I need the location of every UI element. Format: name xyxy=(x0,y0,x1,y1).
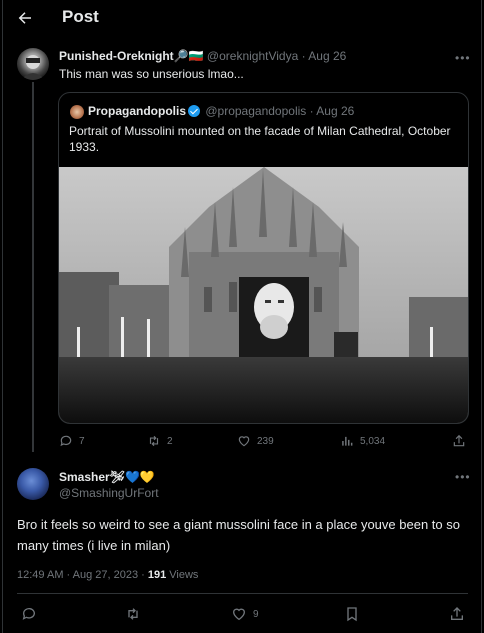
share-icon xyxy=(453,434,465,447)
retweet-button[interactable]: 2 xyxy=(147,434,173,448)
quoted-tweet-card[interactable]: Propagandopolis @propagandopolis · Aug 2… xyxy=(58,92,469,424)
quoted-author-name: Propagandopolis xyxy=(88,104,187,118)
more-options-icon[interactable]: ••• xyxy=(455,470,471,484)
tweet-header: Punished-Oreknight🔎🇧🇬 @oreknightVidya · … xyxy=(59,49,346,63)
quoted-tweet-header: Propagandopolis @propagandopolis · Aug 2… xyxy=(88,104,354,118)
author-name[interactable]: Punished-Oreknight xyxy=(59,49,174,63)
dot-separator: · xyxy=(301,49,306,63)
retweet-icon xyxy=(128,608,138,620)
heart-icon xyxy=(238,436,250,447)
dot-separator: · xyxy=(138,569,148,581)
share-icon xyxy=(451,607,463,620)
reply-button[interactable]: 7 xyxy=(59,434,85,448)
reply-author-emoji: 🛩💙💛 xyxy=(109,470,155,484)
views-button[interactable]: 5,034 xyxy=(340,434,385,448)
reply-author-handle[interactable]: @SmashingUrFort xyxy=(59,486,159,500)
like-button[interactable]: 9 xyxy=(231,606,259,622)
view-count: 5,034 xyxy=(360,435,386,447)
reply-views-label: Views xyxy=(166,569,199,581)
reply-button[interactable] xyxy=(21,606,37,622)
heart-icon xyxy=(232,608,246,621)
author-emoji: 🔎🇧🇬 xyxy=(173,49,204,63)
reply-meta: 12:49 AM · Aug 27, 2023 · 191 Views xyxy=(17,569,198,581)
retweet-count: 2 xyxy=(167,435,173,447)
page-header: Post xyxy=(0,0,484,36)
tweet-date[interactable]: Aug 26 xyxy=(308,49,346,63)
reply-text: Bro it feels so weird to see a giant mus… xyxy=(17,517,460,553)
quoted-date: Aug 26 xyxy=(316,104,355,118)
like-count: 239 xyxy=(257,435,274,447)
reply-author-name[interactable]: Smasher🛩💙💛 xyxy=(59,470,155,484)
reply-timestamp[interactable]: 12:49 AM · Aug 27, 2023 xyxy=(17,569,138,581)
quoted-avatar xyxy=(70,105,84,119)
reply-count: 7 xyxy=(79,435,85,447)
thread-connector-line xyxy=(32,82,34,452)
reply-icon xyxy=(60,435,72,447)
views-chart-icon xyxy=(342,436,353,446)
retweet-button[interactable] xyxy=(125,606,141,622)
author-handle[interactable]: @oreknightVidya xyxy=(207,49,298,63)
verified-badge-icon xyxy=(188,105,201,117)
like-button[interactable]: 239 xyxy=(237,434,274,448)
like-count: 9 xyxy=(253,608,259,620)
reply-icon xyxy=(22,608,35,620)
quoted-tweet-text: Portrait of Mussolini mounted on the fac… xyxy=(69,124,451,154)
avatar[interactable] xyxy=(17,468,49,500)
divider xyxy=(17,593,468,594)
page-title: Post xyxy=(62,7,99,26)
dot-separator: · xyxy=(309,104,314,118)
quoted-author-handle: @propagandopolis xyxy=(205,104,307,118)
share-button[interactable] xyxy=(449,606,465,622)
more-options-icon[interactable]: ••• xyxy=(455,51,471,65)
bookmark-button[interactable] xyxy=(344,606,360,622)
reply-view-count: 191 xyxy=(147,569,167,581)
reply-author-name-text: Smasher xyxy=(59,470,110,484)
bookmark-icon xyxy=(347,607,357,622)
tweet-action-bar: 7 2 239 5,034 xyxy=(0,434,484,450)
retweet-icon xyxy=(149,435,159,447)
avatar[interactable] xyxy=(17,48,49,80)
cathedral-photo[interactable] xyxy=(59,167,468,424)
reply-action-bar: 9 xyxy=(0,606,484,624)
share-button[interactable] xyxy=(452,434,466,448)
back-arrow-icon[interactable] xyxy=(16,9,34,27)
tweet-text: This man was so unserious lmao... xyxy=(59,67,244,81)
